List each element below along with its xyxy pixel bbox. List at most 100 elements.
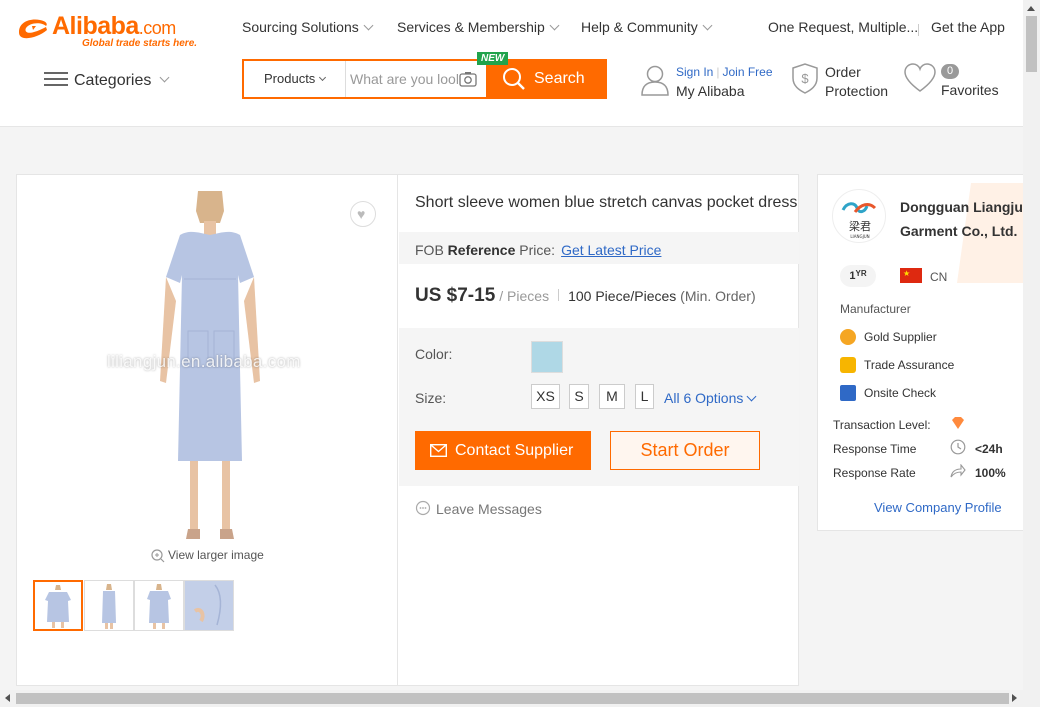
- menu-icon: [44, 72, 68, 87]
- chevron-down-icon: [549, 20, 560, 31]
- thumbnail-image: [102, 584, 116, 629]
- fob-reference: Reference: [447, 242, 516, 258]
- supplier-logo[interactable]: 梁君 LIANGJUN: [832, 189, 886, 243]
- scroll-left-arrow-icon[interactable]: [5, 694, 10, 702]
- size-label: Size:: [415, 390, 447, 406]
- thumbnail-image: [185, 581, 233, 630]
- favorites-label: Favorites: [941, 82, 999, 98]
- supplier-country: CN: [930, 270, 948, 284]
- nav-sourcing-solutions[interactable]: Sourcing Solutions: [242, 19, 374, 35]
- alibaba-logo-icon: [19, 19, 47, 39]
- diamond-icon: [952, 417, 964, 429]
- chevron-down-icon: [159, 72, 170, 83]
- response-time-value: <24h: [975, 442, 1003, 456]
- view-larger-image-link[interactable]: View larger image: [151, 548, 264, 563]
- all-options-link[interactable]: All 6 Options: [664, 390, 757, 406]
- supplier-name[interactable]: Dongguan Liangjun Garment Co., Ltd.: [900, 195, 1023, 243]
- nav-one-request[interactable]: One Request, Multiple...: [768, 19, 918, 35]
- alibaba-logo[interactable]: Alibaba.com Global trade starts here.: [16, 12, 216, 49]
- svg-text:梁君: 梁君: [849, 219, 871, 233]
- logo-wordmark: Alibaba.com: [52, 12, 176, 40]
- thumbnail-2[interactable]: [84, 580, 134, 631]
- search-icon: [503, 68, 525, 90]
- view-company-profile-link[interactable]: View Company Profile: [874, 500, 1002, 515]
- horizontal-scrollbar[interactable]: [0, 690, 1023, 707]
- trade-assurance-badge[interactable]: Trade Assurance: [840, 357, 954, 374]
- product-title: Short sleeve women blue stretch canvas p…: [415, 194, 798, 211]
- user-icon: [641, 65, 669, 96]
- price-unit: / Pieces: [499, 288, 550, 304]
- nav-help-community[interactable]: Help & Community: [581, 19, 713, 35]
- nav-divider: [918, 24, 919, 36]
- my-alibaba-link[interactable]: My Alibaba: [676, 83, 744, 99]
- sign-in-link[interactable]: Sign In: [676, 65, 713, 79]
- order-protection-line2: Protection: [825, 83, 889, 99]
- fob-price-row: FOB Reference Price: Get Latest Price: [399, 232, 799, 264]
- trade-assurance-icon: [840, 357, 856, 373]
- scroll-right-arrow-icon[interactable]: [1012, 694, 1017, 702]
- color-label: Color:: [415, 346, 453, 362]
- product-options: Color: Size: XS S M L All 6 Options Cont…: [399, 328, 799, 486]
- response-rate-label: Response Rate: [833, 466, 916, 480]
- get-latest-price-link[interactable]: Get Latest Price: [561, 242, 661, 258]
- supplier-type: Manufacturer: [840, 302, 911, 316]
- color-swatch[interactable]: [531, 341, 563, 373]
- camera-icon[interactable]: [459, 71, 477, 87]
- china-flag-icon: ★: [900, 268, 922, 283]
- price-value: US $7-15: [415, 285, 496, 306]
- search-button[interactable]: Search: [486, 59, 607, 99]
- categories-menu[interactable]: Categories: [44, 70, 170, 90]
- leave-messages-link[interactable]: Leave Messages: [415, 501, 542, 518]
- fob-price-label: Price:: [519, 242, 556, 258]
- search-input[interactable]: [350, 61, 458, 97]
- search-bar: Products Search: [242, 59, 607, 99]
- order-protection-line1: Order: [825, 64, 861, 80]
- chevron-down-icon: [746, 391, 757, 402]
- site-header: Alibaba.com Global trade starts here. So…: [0, 0, 1023, 127]
- nav-get-app[interactable]: Get the App: [931, 19, 1005, 35]
- product-card: liliangjun.en.alibaba.com ♥ View larger …: [16, 174, 799, 686]
- chevron-down-icon: [702, 20, 713, 31]
- size-option-s[interactable]: S: [569, 384, 589, 409]
- vertical-scrollbar[interactable]: [1023, 0, 1040, 707]
- fob-label: FOB: [415, 242, 444, 258]
- min-order: 100 Piece/Pieces (Min. Order): [568, 288, 756, 304]
- new-badge: NEW: [477, 52, 509, 65]
- categories-label: Categories: [74, 72, 152, 89]
- svg-text:$: $: [801, 71, 809, 86]
- horizontal-scroll-thumb[interactable]: [16, 693, 1009, 704]
- start-order-button[interactable]: Start Order: [610, 431, 760, 470]
- transaction-level-label: Transaction Level:: [833, 418, 931, 432]
- size-option-xs[interactable]: XS: [531, 384, 560, 409]
- vertical-scroll-thumb[interactable]: [1026, 16, 1037, 72]
- onsite-check-badge[interactable]: Onsite Check: [840, 385, 936, 402]
- contact-supplier-button[interactable]: Contact Supplier: [415, 431, 591, 470]
- size-option-l[interactable]: L: [635, 384, 654, 409]
- size-option-m[interactable]: M: [599, 384, 625, 409]
- supplier-card: 梁君 LIANGJUN Dongguan Liangjun Garment Co.…: [817, 174, 1023, 531]
- thumbnail-1[interactable]: [33, 580, 83, 631]
- product-gallery: liliangjun.en.alibaba.com ♥ View larger …: [17, 175, 398, 685]
- reply-arrow-icon: [950, 464, 966, 478]
- gold-supplier-icon: [840, 329, 856, 345]
- thumbnail-4[interactable]: [184, 580, 234, 631]
- heart-icon: ♥: [357, 206, 366, 222]
- price-row: US $7-15/ Pieces 100 Piece/Pieces (Min. O…: [415, 285, 756, 307]
- supplier-logo-image: 梁君 LIANGJUN: [841, 202, 877, 239]
- favorite-button[interactable]: ♥: [350, 201, 376, 227]
- search-scope-select[interactable]: Products: [244, 61, 346, 97]
- shield-dollar-icon: $: [792, 63, 818, 94]
- response-time-label: Response Time: [833, 442, 917, 456]
- favorites[interactable]: 0 Favorites: [903, 62, 999, 99]
- thumbnail-3[interactable]: [134, 580, 184, 631]
- favorites-count: 0: [941, 64, 959, 79]
- gold-supplier-badge[interactable]: Gold Supplier: [840, 329, 937, 346]
- chevron-down-icon: [319, 73, 327, 82]
- order-protection[interactable]: $ Order Protection: [790, 62, 888, 99]
- nav-services-membership[interactable]: Services & Membership: [397, 19, 560, 35]
- heart-icon: [904, 63, 936, 92]
- scroll-up-arrow-icon[interactable]: [1027, 6, 1035, 11]
- thumbnail-image: [147, 584, 171, 629]
- thumbnail-image: [45, 585, 71, 628]
- join-free-link[interactable]: Join Free: [722, 65, 772, 79]
